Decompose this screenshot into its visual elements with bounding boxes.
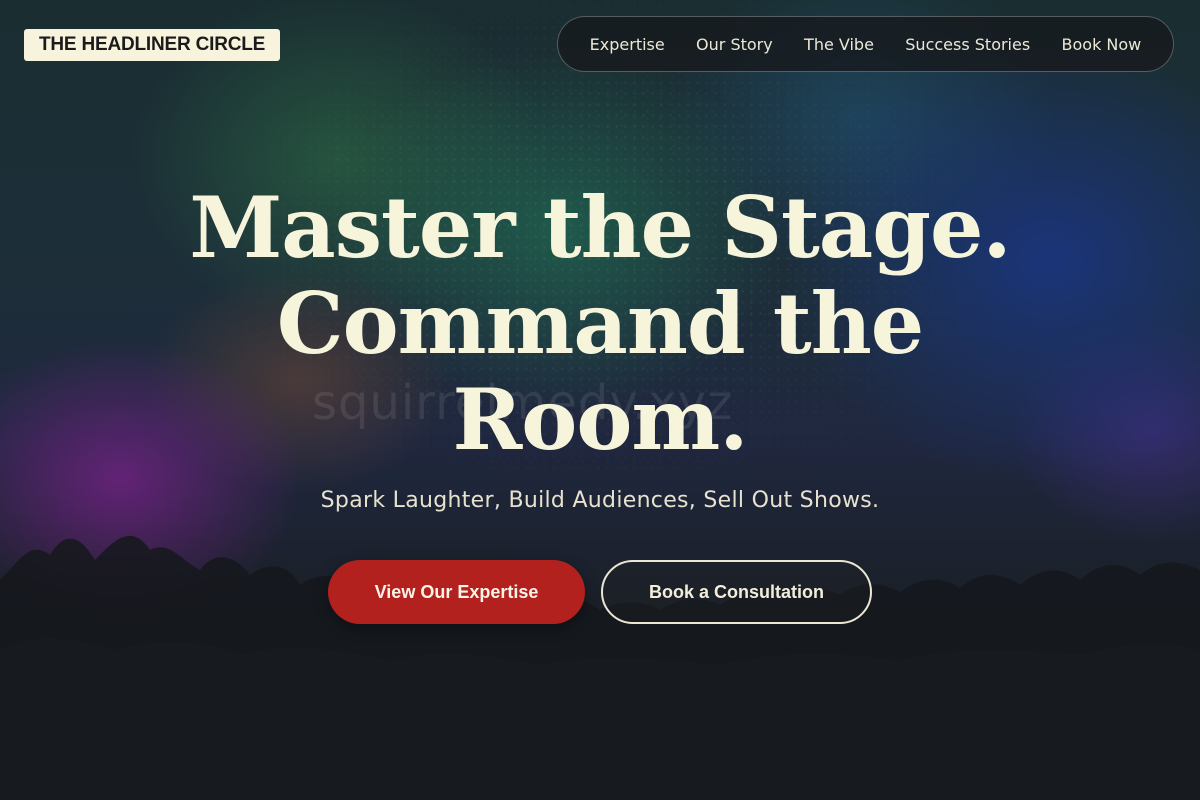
landing-page: THE HEADLINER CIRCLE Expertise Our Story… [0, 0, 1200, 800]
main-nav: Expertise Our Story The Vibe Success Sto… [557, 16, 1174, 72]
nav-item-our-story[interactable]: Our Story [696, 35, 773, 54]
hero-title-line-2: Command the [276, 274, 924, 373]
hero-title-line-1: Master the Stage. [189, 178, 1011, 277]
book-consultation-button[interactable]: Book a Consultation [601, 560, 872, 624]
nav-item-success-stories[interactable]: Success Stories [905, 35, 1030, 54]
view-expertise-button[interactable]: View Our Expertise [328, 560, 585, 624]
site-logo[interactable]: THE HEADLINER CIRCLE [24, 29, 281, 61]
nav-item-book-now[interactable]: Book Now [1062, 35, 1142, 54]
hero-subtitle: Spark Laughter, Build Audiences, Sell Ou… [320, 488, 880, 513]
nav-item-expertise[interactable]: Expertise [590, 35, 665, 54]
nav-item-the-vibe[interactable]: The Vibe [804, 35, 874, 54]
hero-title-line-3: Room. [452, 370, 749, 469]
hero-title: Master the Stage. Command the Room. [150, 180, 1050, 468]
